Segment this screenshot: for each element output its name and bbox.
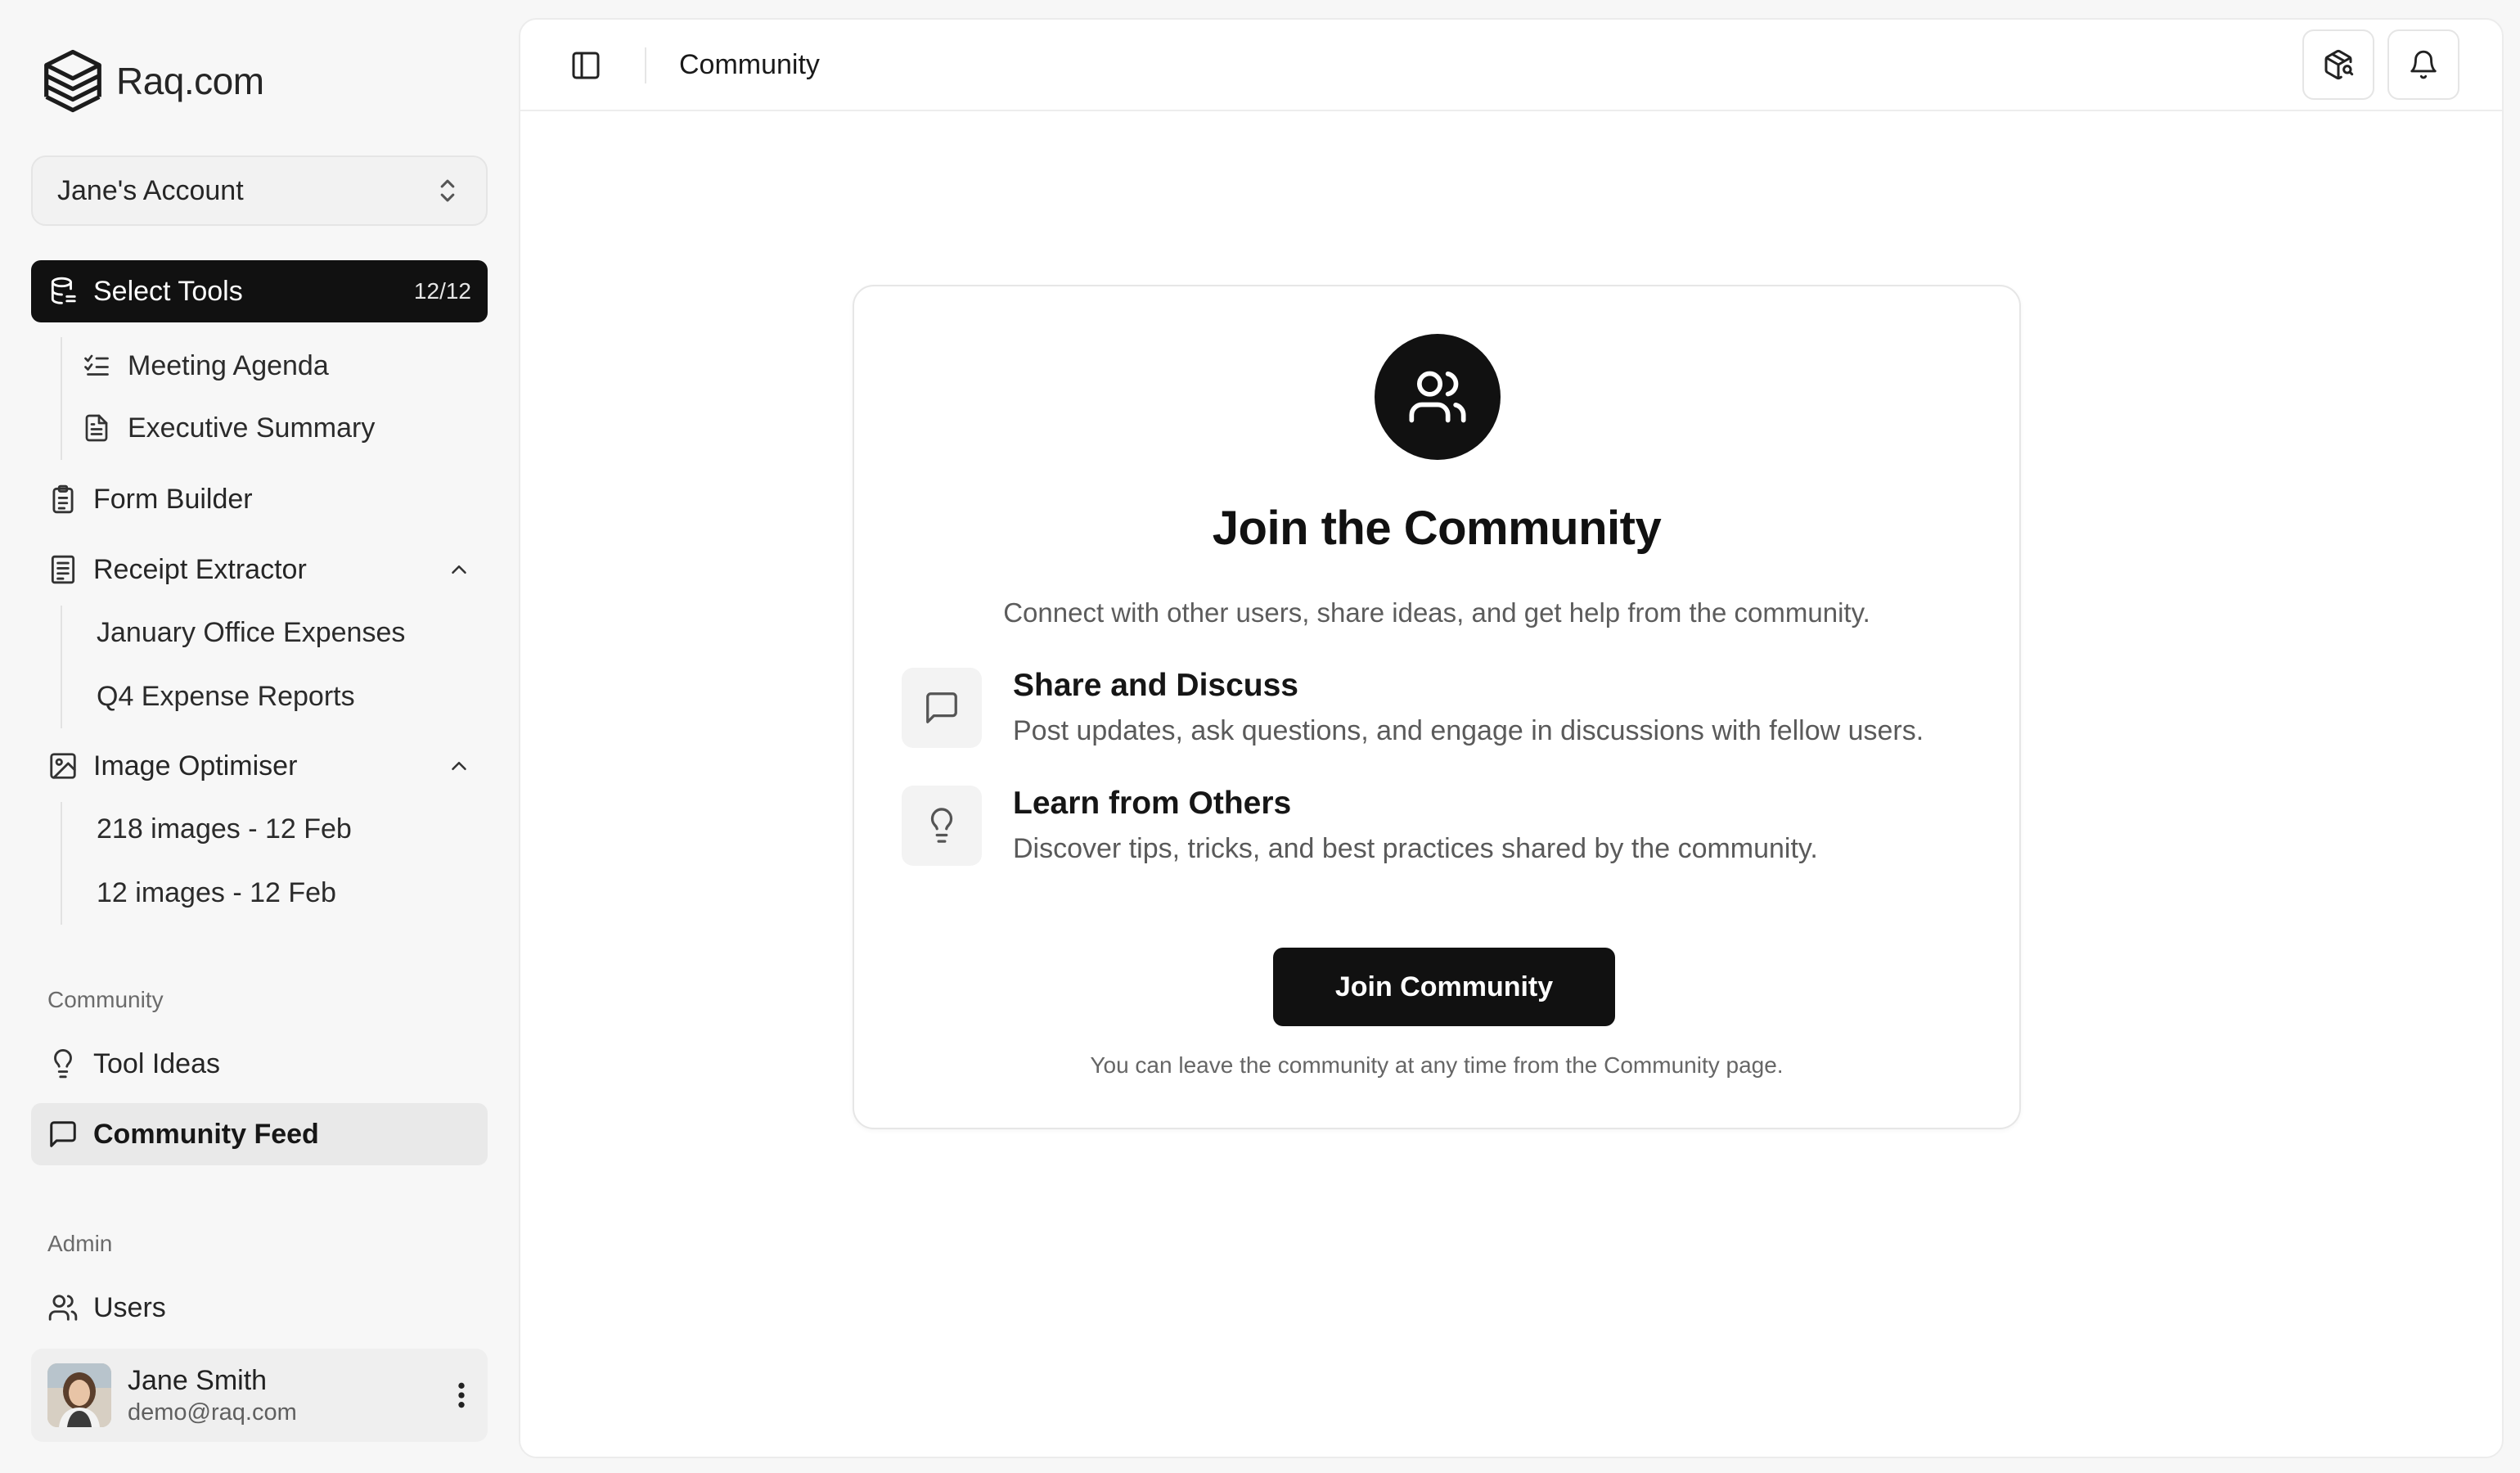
lightbulb-icon xyxy=(923,807,961,845)
sidebar-item-tool-ideas[interactable]: Tool Ideas xyxy=(31,1033,488,1095)
feature-icon-box xyxy=(902,668,982,748)
sidebar-item-label: Community Feed xyxy=(93,1118,319,1150)
community-hero-badge xyxy=(1375,334,1501,460)
sidebar-subitem-label: Executive Summary xyxy=(128,412,376,444)
sidebar-subitem-meeting-agenda[interactable]: Meeting Agenda xyxy=(82,339,329,393)
image-icon xyxy=(47,750,79,782)
sidebar-item-label: Tool Ideas xyxy=(93,1047,220,1079)
sidebar: Raq.com Jane's Account Select Tools 12/1… xyxy=(0,0,517,1473)
sidebar-item-label: Image Optimiser xyxy=(93,750,298,782)
account-name: Jane's Account xyxy=(57,174,244,206)
sidebar-subitem-12-images[interactable]: 12 images - 12 Feb xyxy=(97,866,336,920)
sidebar-item-label: Receipt Extractor xyxy=(93,553,307,585)
clipboard-list-icon xyxy=(47,484,79,515)
card-subtitle: Connect with other users, share ideas, a… xyxy=(1003,597,1870,628)
message-square-icon xyxy=(923,689,961,727)
notifications-button[interactable] xyxy=(2387,29,2459,100)
feature-title: Learn from Others xyxy=(1013,786,1292,821)
sidebar-item-receipt-extractor[interactable]: Receipt Extractor xyxy=(31,538,488,601)
section-label-community: Community xyxy=(47,987,164,1012)
package-search-icon xyxy=(2322,48,2355,81)
chevron-up-icon[interactable] xyxy=(447,557,471,582)
more-vertical-icon[interactable] xyxy=(452,1379,471,1412)
section-label-admin: Admin xyxy=(47,1231,113,1256)
file-text-icon xyxy=(82,413,111,443)
tree-line xyxy=(61,337,62,460)
lightbulb-icon xyxy=(47,1048,79,1079)
topbar: Community xyxy=(520,20,2502,111)
leave-community-note: You can leave the community at any time … xyxy=(1090,1052,1784,1078)
feature-learn-from-others: Learn from Others Discover tips, tricks,… xyxy=(902,786,1982,867)
tree-line xyxy=(61,802,62,925)
tool-count-badge: 12/12 xyxy=(413,278,471,304)
account-switcher[interactable]: Jane's Account xyxy=(31,155,488,226)
tree-line xyxy=(61,606,62,728)
card-title: Join the Community xyxy=(1212,502,1662,555)
sidebar-toggle-button[interactable] xyxy=(566,46,605,85)
sidebar-subitem-label: Meeting Agenda xyxy=(128,349,329,381)
user-name: Jane Smith xyxy=(128,1365,268,1396)
chevron-up-icon[interactable] xyxy=(447,754,471,778)
feature-title: Share and Discuss xyxy=(1013,668,1298,703)
page-title: Community xyxy=(679,49,820,80)
join-community-card: Join the Community Connect with other us… xyxy=(853,285,2021,1129)
user-profile-card[interactable]: Jane Smith demo@raq.com xyxy=(31,1349,488,1442)
feature-icon-box xyxy=(902,786,982,866)
brand-logo[interactable]: Raq.com xyxy=(41,44,264,118)
sidebar-subitem-january-office-expenses[interactable]: January Office Expenses xyxy=(97,606,405,660)
message-square-icon xyxy=(47,1119,79,1150)
brand-name: Raq.com xyxy=(116,60,264,102)
sidebar-item-users[interactable]: Users xyxy=(31,1277,488,1339)
bell-icon xyxy=(2408,49,2439,80)
join-community-button[interactable]: Join Community xyxy=(1273,948,1615,1026)
sidebar-item-community-feed[interactable]: Community Feed xyxy=(31,1103,488,1165)
list-checks-icon xyxy=(82,351,111,381)
user-email: demo@raq.com xyxy=(128,1399,297,1426)
sidebar-item-image-optimiser[interactable]: Image Optimiser xyxy=(31,735,488,797)
main-panel: Community Join the Community Connect wit… xyxy=(519,18,2504,1458)
sidebar-item-label: Users xyxy=(93,1291,166,1323)
sidebar-item-label: Form Builder xyxy=(93,483,253,515)
panel-left-icon xyxy=(569,49,602,82)
sidebar-subitem-q4-expense-reports[interactable]: Q4 Expense Reports xyxy=(97,669,355,723)
sidebar-item-label: Select Tools xyxy=(93,275,243,307)
user-info: Jane Smith demo@raq.com xyxy=(128,1363,452,1427)
avatar xyxy=(47,1363,111,1427)
feature-description: Post updates, ask questions, and engage … xyxy=(1013,715,1924,746)
feature-description: Discover tips, tricks, and best practice… xyxy=(1013,833,1818,864)
receipt-icon xyxy=(47,554,79,585)
database-icon xyxy=(47,276,79,307)
sidebar-subitem-218-images[interactable]: 218 images - 12 Feb xyxy=(97,802,352,856)
sidebar-item-form-builder[interactable]: Form Builder xyxy=(31,468,488,530)
package-search-button[interactable] xyxy=(2302,29,2374,100)
sidebar-item-select-tools[interactable]: Select Tools 12/12 xyxy=(31,260,488,322)
chevrons-up-down-icon xyxy=(437,177,458,205)
divider xyxy=(645,47,646,83)
layers-logo-icon xyxy=(41,47,105,115)
users-icon xyxy=(1406,366,1469,428)
sidebar-subitem-executive-summary[interactable]: Executive Summary xyxy=(82,401,375,455)
feature-share-and-discuss: Share and Discuss Post updates, ask ques… xyxy=(902,668,1982,750)
users-icon xyxy=(47,1292,79,1323)
